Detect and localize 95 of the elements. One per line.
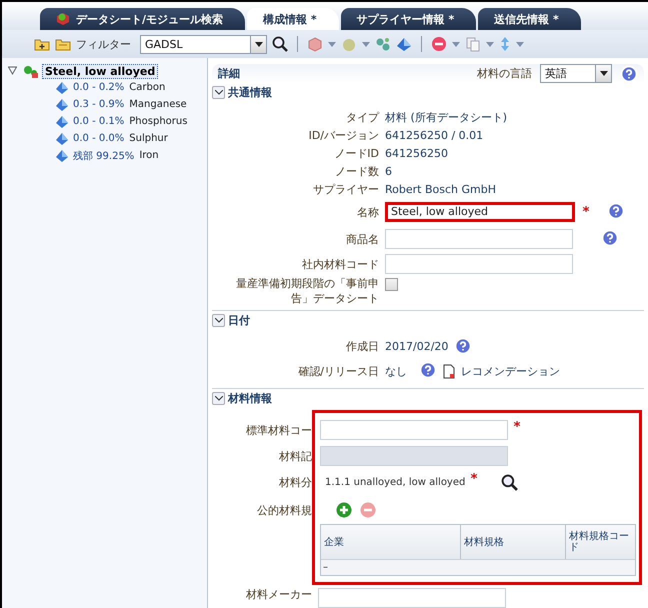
expand-toggle-icon[interactable] (8, 66, 17, 74)
percentage-range[interactable]: 0.3 - 0.9% (73, 99, 124, 110)
cube-icon[interactable] (307, 36, 323, 52)
tab[interactable]: 構成情報 * (247, 8, 339, 30)
checkbox[interactable] (385, 278, 398, 292)
field-value: なし (385, 364, 407, 379)
field-label: 確認/リリース日 (297, 364, 379, 379)
filter-dropdown[interactable]: GADSL (140, 34, 267, 54)
folder-plus-icon[interactable] (34, 37, 50, 51)
field-label: 商品名 (345, 232, 379, 247)
field-value: 641256250 (385, 146, 449, 160)
field-value: 641256250 / 0.01 (385, 128, 484, 142)
help-icon[interactable] (454, 337, 472, 356)
field-label: ノードID (333, 146, 379, 161)
copy-icon[interactable] (465, 36, 481, 52)
trade-name-input[interactable] (385, 229, 573, 250)
field-value: 2017/02/20 (385, 340, 448, 353)
percentage-range[interactable]: 0.0 - 0.2% (73, 82, 124, 93)
add-icon[interactable] (336, 502, 352, 518)
tree-item[interactable]: Steel, low alloyed (42, 64, 158, 79)
field-label: サプライヤー (312, 182, 379, 197)
substance-name[interactable]: Manganese (129, 99, 187, 110)
tab[interactable]: サプライヤー情報 * (340, 8, 476, 30)
filter-label: フィルター (76, 36, 131, 52)
section-title: 日付 (228, 313, 250, 328)
substance-name[interactable]: Sulphur (129, 133, 168, 144)
diamond-icon (56, 150, 68, 162)
recommendation-link[interactable]: レコメンデーション (461, 364, 560, 379)
header-title: 詳細 (218, 66, 240, 81)
substance-name[interactable]: Iron (139, 150, 159, 161)
collapse-toggle[interactable] (212, 314, 225, 327)
cube-icon (56, 12, 70, 26)
substance-name[interactable]: Phosphorus (129, 116, 188, 127)
diamond-icon[interactable] (396, 36, 412, 52)
column-header[interactable]: 材料規格コード (566, 525, 635, 560)
standard-code-input[interactable] (320, 420, 508, 440)
field-label: 材料分 (278, 475, 312, 492)
molecule-icon[interactable] (375, 36, 391, 52)
diamond-icon (56, 82, 68, 94)
field-label: 公的材料規 (256, 502, 312, 519)
material-node-icon (23, 65, 39, 78)
caret-icon[interactable] (362, 42, 370, 46)
language-dropdown[interactable]: 英語 (540, 64, 612, 83)
caret-icon[interactable] (328, 42, 336, 46)
field-label: 名称 (356, 204, 379, 220)
help-icon[interactable] (419, 360, 437, 379)
percentage-range[interactable]: 0.0 - 0.1% (73, 116, 124, 127)
caret-icon[interactable] (452, 42, 460, 46)
field-label: 作成日 (345, 338, 379, 354)
caret-icon[interactable] (486, 42, 494, 46)
diamond-icon (56, 98, 68, 110)
name-input[interactable]: Steel, low alloyed (385, 202, 575, 222)
maker-input[interactable] (318, 588, 506, 608)
remove-icon[interactable] (360, 502, 376, 518)
dropdown-arrow-icon[interactable] (254, 42, 262, 46)
help-icon[interactable] (601, 228, 619, 247)
percentage-range[interactable]: 0.0 - 0.0% (73, 133, 124, 144)
collapse-toggle[interactable] (212, 392, 225, 405)
minus-circle-icon[interactable] (431, 36, 447, 52)
search-icon[interactable] (272, 36, 288, 52)
percentage-range[interactable]: 残部 99.25% (73, 148, 134, 162)
chevron-icon (214, 318, 222, 323)
tab[interactable]: データシート/モジュール検索 (40, 8, 246, 30)
substance-name[interactable]: Carbon (129, 82, 166, 93)
help-icon[interactable] (620, 64, 638, 82)
diamond-icon (56, 116, 68, 128)
caret-icon[interactable] (516, 42, 524, 46)
field-value: 6 (385, 164, 393, 178)
field-value: 材料 (所有データシート) (385, 110, 508, 125)
document-icon (443, 364, 455, 379)
folder-icon[interactable] (55, 37, 71, 51)
field-value: Robert Bosch GmbH (385, 182, 497, 196)
dropdown-arrow-icon[interactable] (600, 71, 608, 76)
tab[interactable]: 送信先情報 * (478, 8, 581, 30)
section-title: 共通情報 (228, 85, 272, 100)
up-down-arrow-icon[interactable] (499, 36, 511, 52)
field-label: ID/バージョン (308, 128, 379, 143)
field-label: 量産準備初期段階の「事前申告」データシート (235, 276, 379, 306)
section-title: 材料情報 (228, 390, 272, 406)
internal-code-input[interactable] (385, 254, 573, 274)
language-label: 材料の言語 (477, 66, 532, 81)
diamond-icon (56, 132, 68, 144)
search-icon[interactable] (501, 474, 518, 492)
collapse-toggle[interactable] (212, 86, 225, 100)
field-label: 材料メーカー (245, 586, 312, 602)
field-label: 社内材料コード (301, 256, 379, 272)
help-icon[interactable] (607, 202, 625, 220)
classification-value: 1.1.1 unalloyed, low alloyed (325, 477, 466, 488)
chevron-icon (214, 396, 222, 401)
field-label: ノード数 (334, 164, 379, 179)
field-label: 材料記 (278, 448, 312, 465)
chevron-icon (214, 90, 222, 96)
field-label: タイプ (345, 110, 379, 125)
field-label: 標準材料コー (245, 422, 312, 439)
table-cell: – (323, 562, 328, 574)
